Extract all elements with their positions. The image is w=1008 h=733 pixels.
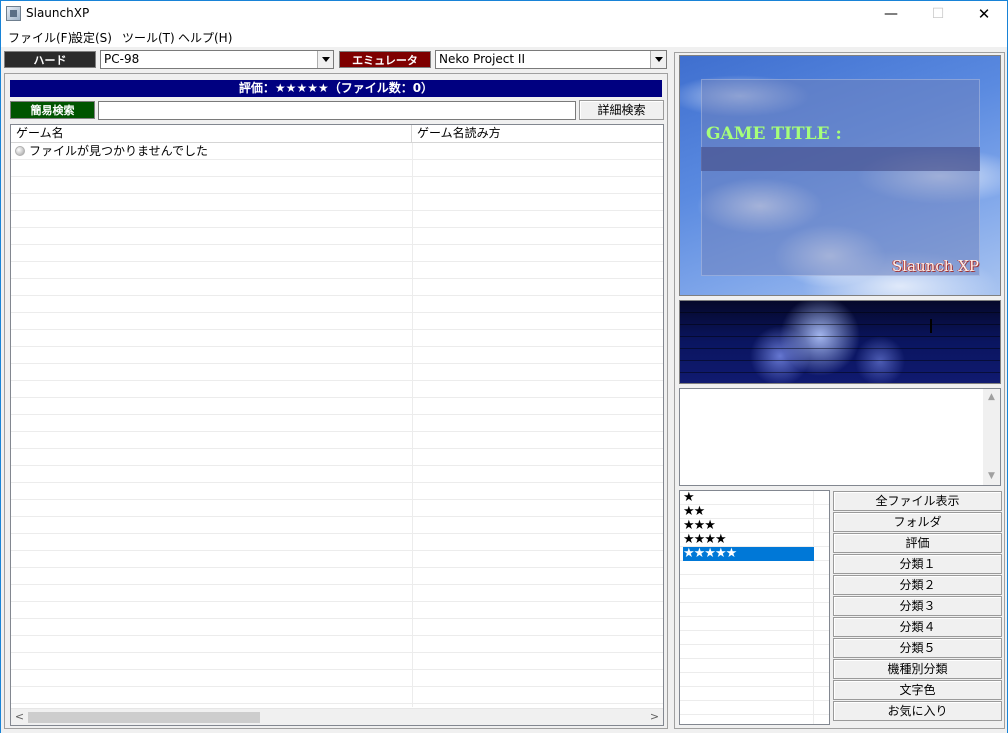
show-all-files-button[interactable]: 全ファイル表示	[833, 491, 1002, 511]
rating-category-list[interactable]: ★ ★★ ★★★ ★★★★ ★★★★★	[679, 490, 830, 725]
maximize-button[interactable]: ☐	[915, 1, 961, 27]
memo-box[interactable]: ▲ ▼	[679, 388, 1001, 486]
emulator-label: エミュレータ	[339, 51, 431, 68]
column-header-game-name[interactable]: ゲーム名	[11, 125, 412, 143]
category-3-button[interactable]: 分類３	[833, 596, 1002, 616]
menu-tools[interactable]: ツール(T)	[122, 29, 175, 46]
hard-label: ハード	[4, 51, 96, 68]
scroll-down-icon[interactable]: ▼	[983, 468, 1000, 485]
rating-status-bar: 評価：★★★★★（ファイル数：0）	[10, 80, 662, 97]
game-title-label: GAME TITLE :	[706, 124, 842, 144]
category-buttons: 全ファイル表示 フォルダ 評価 分類１ 分類２ 分類３ 分類４ 分類５ 機種別分…	[833, 491, 1002, 724]
list-item-selected[interactable]: ★★★★★	[683, 547, 814, 561]
main-window: SlaunchXP — ☐ ✕ ファイル(F) 設定(S) ツール(T) ヘルプ…	[0, 0, 1008, 733]
minimize-button[interactable]: —	[868, 1, 914, 27]
category-4-button[interactable]: 分類４	[833, 617, 1002, 637]
column-header-game-reading[interactable]: ゲーム名読み方	[412, 125, 663, 143]
game-list-panel: 評価：★★★★★（ファイル数：0） 簡易検索 詳細検索 ゲーム名 ゲーム名読み方…	[4, 73, 668, 729]
list-item[interactable]: ファイルが見つかりませんでした	[11, 143, 412, 160]
scroll-left-icon[interactable]: <	[11, 709, 28, 725]
list-item[interactable]: ★★★	[683, 519, 716, 533]
quick-search-label: 簡易検索	[10, 101, 95, 119]
detail-panel: GAME TITLE : Slaunch XP ▲ ▼ ★ ★★ ★★★ ★★★…	[674, 52, 1005, 729]
menu-file[interactable]: ファイル(F)	[8, 29, 72, 46]
hard-select[interactable]: PC-98	[100, 50, 334, 69]
scroll-thumb[interactable]	[28, 712, 260, 723]
emulator-select[interactable]: Neko Project II	[435, 50, 667, 69]
title-bar[interactable]: SlaunchXP — ☐ ✕	[1, 1, 1007, 27]
favorites-button[interactable]: お気に入り	[833, 701, 1002, 721]
chevron-down-icon[interactable]	[317, 51, 333, 68]
list-item[interactable]: ★	[683, 491, 695, 505]
banner-image	[679, 300, 1001, 384]
app-icon	[6, 6, 21, 21]
menu-help[interactable]: ヘルプ(H)	[178, 29, 232, 46]
folder-button[interactable]: フォルダ	[833, 512, 1002, 532]
list-item[interactable]: ★★	[683, 505, 705, 519]
vertical-scrollbar[interactable]: ▲ ▼	[983, 389, 1000, 485]
window-title: SlaunchXP	[26, 6, 90, 20]
title-overlay	[701, 79, 980, 276]
list-header: ゲーム名 ゲーム名読み方	[11, 125, 663, 143]
category-5-button[interactable]: 分類５	[833, 638, 1002, 658]
game-list[interactable]: ゲーム名 ゲーム名読み方 ファイルが見つかりませんでした < >	[10, 124, 664, 726]
scroll-up-icon[interactable]: ▲	[983, 389, 1000, 406]
scroll-right-icon[interactable]: >	[646, 709, 663, 725]
list-item[interactable]: ★★★★	[683, 533, 727, 547]
list-divider	[813, 491, 814, 724]
close-button[interactable]: ✕	[961, 1, 1007, 27]
emulator-select-value: Neko Project II	[439, 52, 525, 66]
menu-bar: ファイル(F) 設定(S) ツール(T) ヘルプ(H)	[1, 27, 1007, 47]
quick-search-input[interactable]	[98, 101, 576, 120]
platform-category-button[interactable]: 機種別分類	[833, 659, 1002, 679]
client-area: ハード PC-98 エミュレータ Neko Project II 評価：★★★★…	[1, 47, 1007, 733]
game-title-value	[701, 147, 980, 171]
category-2-button[interactable]: 分類２	[833, 575, 1002, 595]
category-1-button[interactable]: 分類１	[833, 554, 1002, 574]
slaunch-logo: Slaunch XP	[892, 257, 979, 275]
detail-search-button[interactable]: 詳細検索	[579, 100, 664, 120]
list-rows: ファイルが見つかりませんでした	[11, 143, 663, 707]
hard-select-value: PC-98	[104, 52, 140, 66]
status-circle-icon	[15, 146, 25, 156]
title-screenshot: GAME TITLE : Slaunch XP	[679, 55, 1001, 296]
chevron-down-icon[interactable]	[650, 51, 666, 68]
menu-settings[interactable]: 設定(S)	[71, 29, 112, 46]
text-color-button[interactable]: 文字色	[833, 680, 1002, 700]
list-item-name: ファイルが見つかりませんでした	[29, 144, 209, 158]
rating-button[interactable]: 評価	[833, 533, 1002, 553]
horizontal-scrollbar[interactable]: < >	[11, 708, 663, 725]
